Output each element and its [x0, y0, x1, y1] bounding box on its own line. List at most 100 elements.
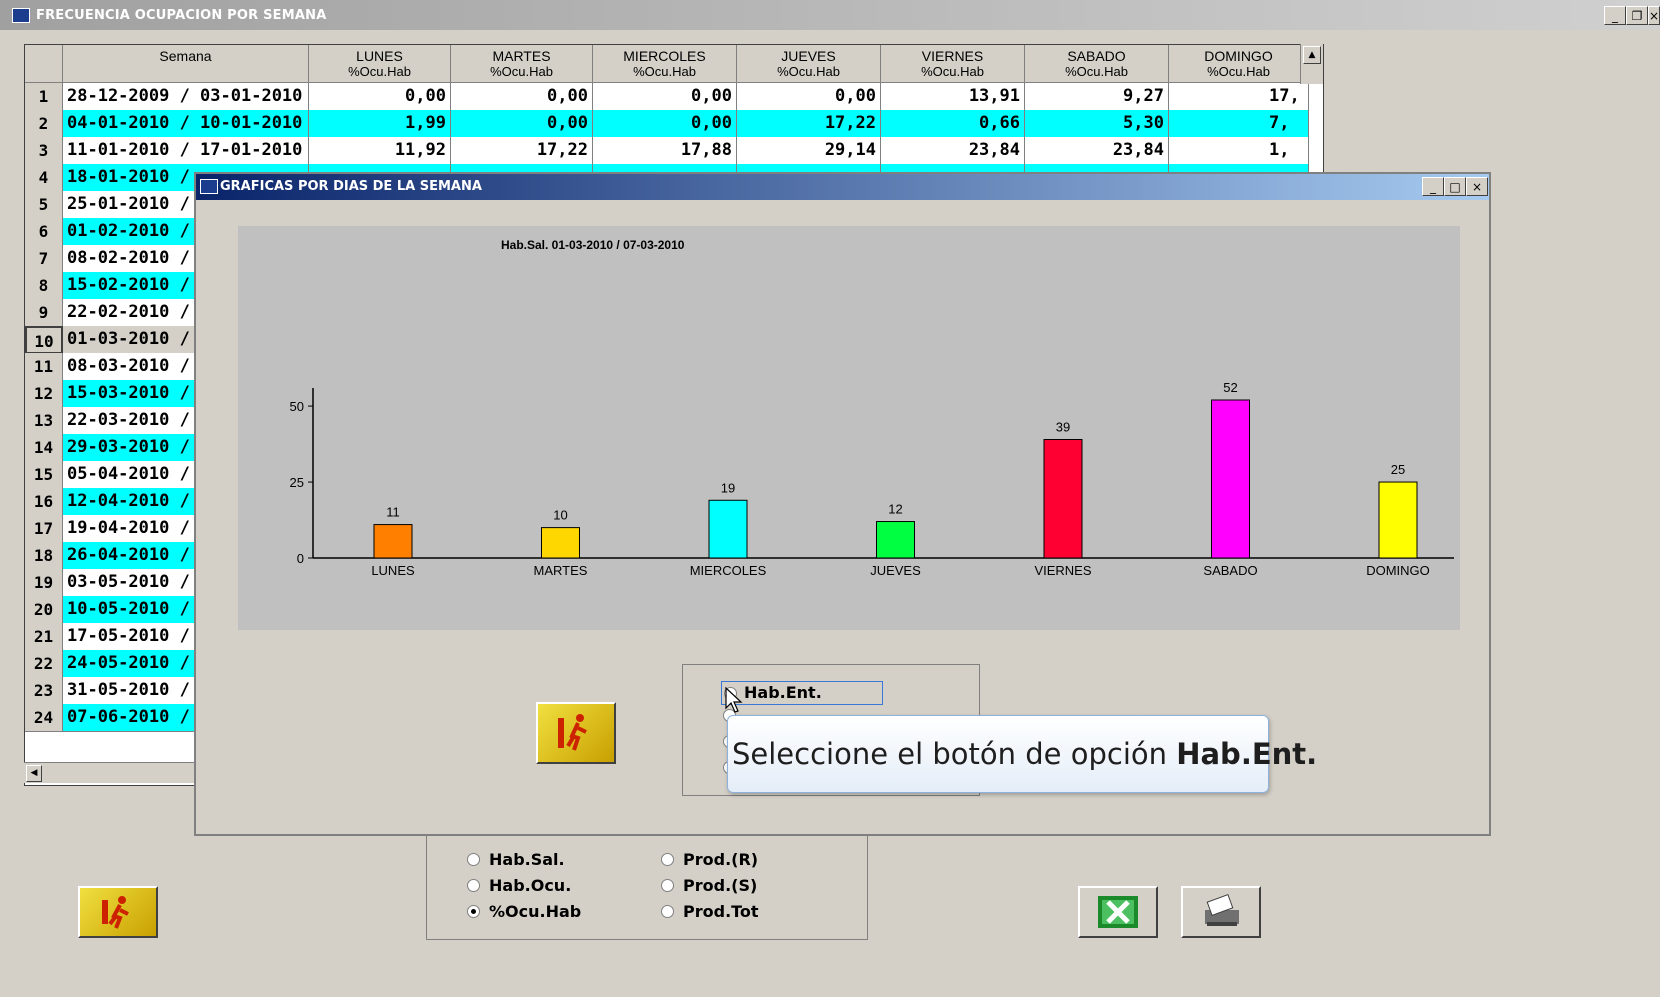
table-row[interactable]: 2 04-01-2010 / 10-01-2010 1,99 0,00 0,00 17,2… — [25, 110, 1323, 138]
row-number[interactable]: 11 — [25, 353, 63, 381]
row-number[interactable]: 1 — [25, 83, 63, 111]
dialog-minimize-button[interactable]: _ — [1422, 177, 1444, 196]
cell-value[interactable]: 29,14 — [737, 137, 881, 165]
row-number[interactable]: 17 — [25, 515, 63, 543]
grid-horizontal-scrollbar[interactable]: ◀ — [24, 762, 194, 783]
row-number[interactable]: 14 — [25, 434, 63, 462]
close-button-outer[interactable]: × — [1648, 6, 1660, 25]
cell-semana[interactable]: 11-01-2010 / 17-01-2010 — [63, 137, 309, 165]
radio-circle[interactable] — [467, 905, 480, 918]
radio-circle[interactable] — [467, 879, 480, 892]
row-number[interactable]: 24 — [25, 704, 63, 732]
row-number[interactable]: 19 — [25, 569, 63, 597]
x-tick-label: DOMINGO — [1366, 563, 1430, 578]
radio-label: Hab.Ocu. — [489, 876, 572, 895]
chart-canvas: Hab.Sal. 01-03-2010 / 07-03-2010 0 25 50 11 L… — [290, 238, 1454, 578]
cell-value[interactable]: 17,88 — [593, 137, 737, 165]
cell-value[interactable]: 1,99 — [309, 110, 451, 138]
row-number[interactable]: 5 — [25, 191, 63, 219]
dialog-window-icon — [200, 179, 218, 194]
print-button[interactable] — [1181, 886, 1261, 938]
row-number[interactable]: 12 — [25, 380, 63, 408]
row-number[interactable]: 16 — [25, 488, 63, 516]
cell-value[interactable]: 0,00 — [451, 110, 593, 138]
radio-circle[interactable] — [661, 853, 674, 866]
exit-button-outer[interactable] — [78, 886, 158, 938]
column-header[interactable]: JUEVES %Ocu.Hab — [737, 45, 881, 83]
row-number[interactable]: 21 — [25, 623, 63, 651]
column-header[interactable]: MIERCOLES %Ocu.Hab — [593, 45, 737, 83]
row-number[interactable]: 18 — [25, 542, 63, 570]
scroll-left-arrow-icon[interactable]: ◀ — [26, 765, 42, 782]
cell-value[interactable]: 17,22 — [737, 110, 881, 138]
bar — [1043, 439, 1083, 559]
radio-option[interactable]: %Ocu.Hab — [467, 902, 581, 921]
radio-circle[interactable] — [661, 879, 674, 892]
column-header[interactable]: DOMINGO %Ocu.Hab — [1169, 45, 1309, 83]
row-number[interactable]: 2 — [25, 110, 63, 138]
column-header[interactable]: Semana — [63, 45, 309, 83]
x-tick-label: LUNES — [371, 563, 415, 578]
exit-button-dialog[interactable] — [536, 702, 616, 764]
row-number[interactable]: 6 — [25, 218, 63, 246]
exit-running-man-icon — [102, 896, 129, 929]
row-number[interactable]: 4 — [25, 164, 63, 192]
radio-option[interactable]: Prod.Tot — [661, 902, 759, 921]
column-header[interactable]: VIERNES %Ocu.Hab — [881, 45, 1025, 83]
row-number[interactable]: 15 — [25, 461, 63, 489]
radio-option[interactable]: Prod.(S) — [661, 876, 757, 895]
row-number[interactable]: 3 — [25, 137, 63, 165]
row-number[interactable]: 13 — [25, 407, 63, 435]
row-number[interactable]: 22 — [25, 650, 63, 678]
cell-value[interactable]: 13,91 — [881, 83, 1025, 111]
column-header[interactable]: LUNES %Ocu.Hab — [309, 45, 451, 83]
cell-value[interactable]: 7, — [1169, 110, 1309, 138]
cell-value[interactable]: 0,00 — [737, 83, 881, 111]
cell-value[interactable]: 0,66 — [881, 110, 1025, 138]
row-number[interactable]: 10 — [25, 326, 63, 354]
cell-value[interactable]: 17,22 — [451, 137, 593, 165]
cell-value[interactable]: 0,00 — [451, 83, 593, 111]
restore-button[interactable]: ❐ — [1626, 6, 1648, 25]
column-header-title: MARTES — [492, 48, 551, 64]
column-header[interactable]: SABADO %Ocu.Hab — [1025, 45, 1169, 83]
bar — [1211, 399, 1250, 559]
radio-hab-ent[interactable]: Hab.Ent. — [721, 681, 883, 705]
cell-value[interactable]: 0,00 — [593, 83, 737, 111]
cell-semana[interactable]: 04-01-2010 / 10-01-2010 — [63, 110, 309, 138]
radio-option[interactable]: Prod.(R) — [661, 850, 758, 869]
dialog-maximize-button[interactable]: □ — [1444, 177, 1466, 196]
cell-value[interactable]: 5,30 — [1025, 110, 1169, 138]
table-row[interactable]: 1 28-12-2009 / 03-01-2010 0,00 0,00 0,00 0,00… — [25, 83, 1323, 111]
export-excel-button[interactable] — [1078, 886, 1158, 938]
cell-value[interactable]: 23,84 — [881, 137, 1025, 165]
row-number[interactable]: 8 — [25, 272, 63, 300]
cell-value[interactable]: 23,84 — [1025, 137, 1169, 165]
row-number[interactable]: 7 — [25, 245, 63, 273]
cell-value[interactable]: 0,00 — [309, 83, 451, 111]
table-row[interactable]: 3 11-01-2010 / 17-01-2010 11,92 17,22 17,88 2… — [25, 137, 1323, 165]
column-header[interactable]: MARTES %Ocu.Hab — [451, 45, 593, 83]
cell-value[interactable]: 1, — [1169, 137, 1309, 165]
dialog-close-button[interactable]: × — [1466, 177, 1488, 196]
grid-vertical-scrollbar[interactable]: ▲ — [1300, 44, 1323, 84]
scroll-up-arrow-icon[interactable]: ▲ — [1303, 46, 1321, 64]
cell-semana[interactable]: 28-12-2009 / 03-01-2010 — [63, 83, 309, 111]
minimize-button[interactable]: _ — [1604, 6, 1626, 25]
row-number[interactable]: 9 — [25, 299, 63, 327]
tooltip-text: Seleccione el botón de opción — [732, 737, 1177, 771]
row-number[interactable]: 23 — [25, 677, 63, 705]
radio-option[interactable]: Hab.Ocu. — [467, 876, 571, 895]
radio-hab-ent-label: Hab.Ent. — [744, 683, 822, 702]
radio-circle[interactable] — [467, 853, 480, 866]
cell-value[interactable]: 17, — [1169, 83, 1309, 111]
x-tick-label: JUEVES — [870, 563, 921, 578]
column-header-title: VIERNES — [921, 48, 984, 64]
x-tick-label: SABADO — [1203, 563, 1257, 578]
row-number[interactable]: 20 — [25, 596, 63, 624]
cell-value[interactable]: 0,00 — [593, 110, 737, 138]
radio-circle[interactable] — [661, 905, 674, 918]
radio-option[interactable]: Hab.Sal. — [467, 850, 565, 869]
cell-value[interactable]: 11,92 — [309, 137, 451, 165]
cell-value[interactable]: 9,27 — [1025, 83, 1169, 111]
